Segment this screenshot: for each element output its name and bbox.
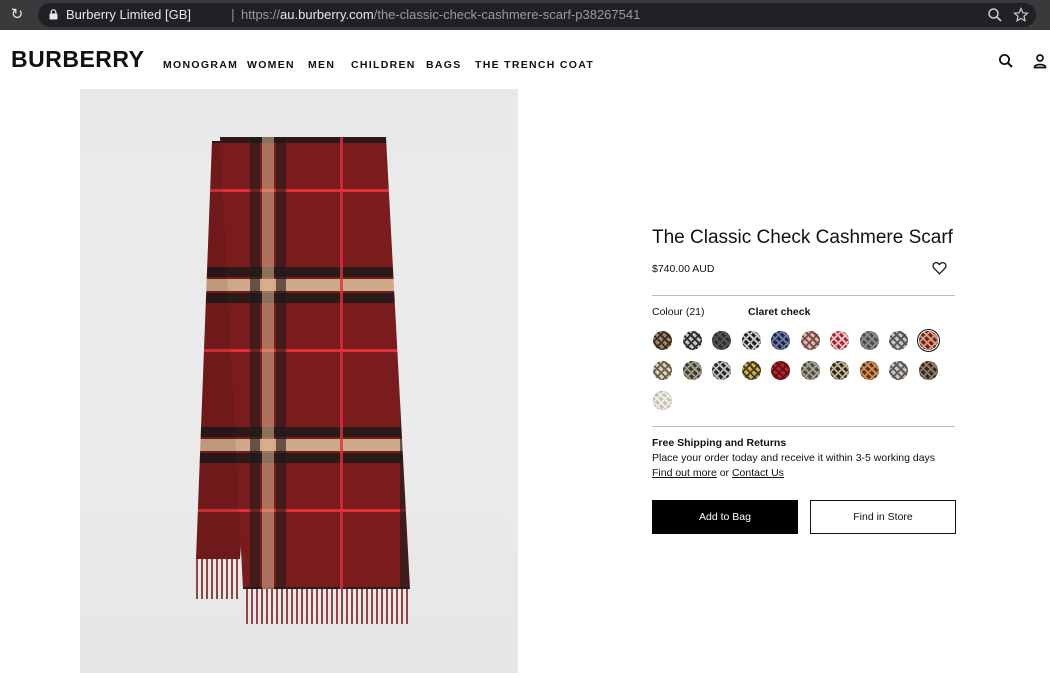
burberry-logo[interactable]: BURBERRY (11, 46, 145, 73)
search-icon[interactable] (998, 53, 1014, 69)
nav-men[interactable]: MEN (308, 59, 335, 71)
product-price: $740.00 AUD (652, 263, 715, 275)
selected-colour-name: Claret check (748, 306, 811, 318)
colour-count-label: Colour (21) (652, 306, 705, 318)
colour-swatch[interactable] (889, 331, 908, 350)
shipping-text: Place your order today and receive it wi… (652, 452, 936, 464)
or-text: or (719, 467, 730, 479)
product-title: The Classic Check Cashmere Scarf (652, 227, 953, 248)
nav-the-trench-coat[interactable]: THE TRENCH COAT (475, 59, 594, 71)
url-host: au.burberry.com (280, 7, 374, 22)
bookmark-star-icon[interactable] (1013, 7, 1029, 23)
nav-monogram[interactable]: MONOGRAM (163, 59, 238, 71)
zoom-icon[interactable] (987, 7, 1003, 23)
find-out-more-link[interactable]: Find out more (652, 467, 717, 479)
colour-swatch[interactable] (682, 331, 702, 350)
colour-swatch[interactable] (712, 361, 731, 380)
url-path: /the-classic-check-cashmere-scarf-p38267… (373, 7, 641, 22)
nav-children[interactable]: CHILDREN (351, 59, 416, 71)
account-icon[interactable] (1032, 53, 1048, 69)
colour-swatch[interactable] (830, 331, 849, 350)
url-text[interactable]: https://au.burberry.com/the-classic-chec… (241, 7, 640, 22)
colour-swatch[interactable] (800, 361, 820, 380)
colour-swatch[interactable] (653, 331, 672, 350)
address-separator: | (231, 6, 235, 22)
browser-toolbar: ↻ Burberry Limited [GB] | https://au.bur… (0, 0, 1050, 30)
find-in-store-button[interactable]: Find in Store (810, 500, 956, 534)
colour-swatch[interactable] (653, 391, 672, 410)
contact-us-link[interactable]: Contact Us (732, 467, 784, 479)
shipping-links: Find out more or Contact Us (652, 467, 784, 479)
colour-swatch[interactable] (800, 331, 820, 350)
site-identity: Burberry Limited [GB] (66, 7, 191, 22)
colour-swatch[interactable] (771, 331, 790, 350)
colour-swatch[interactable] (889, 361, 908, 380)
divider (652, 295, 955, 296)
product-image[interactable] (80, 89, 518, 673)
colour-swatch[interactable] (916, 329, 940, 352)
colour-swatch[interactable] (682, 361, 702, 380)
colour-swatch[interactable] (741, 331, 761, 350)
colour-swatch[interactable] (830, 361, 849, 380)
add-to-bag-button[interactable]: Add to Bag (652, 500, 798, 534)
divider (652, 426, 955, 427)
nav-women[interactable]: WOMEN (247, 59, 295, 71)
url-scheme: https:// (241, 7, 281, 22)
colour-swatch[interactable] (859, 331, 879, 350)
shipping-heading: Free Shipping and Returns (652, 437, 787, 449)
address-bar[interactable]: Burberry Limited [GB] | https://au.burbe… (38, 3, 1036, 27)
colour-swatch[interactable] (918, 361, 938, 380)
colour-swatch[interactable] (771, 361, 790, 380)
colour-swatch[interactable] (712, 331, 731, 350)
colour-swatch[interactable] (741, 361, 761, 380)
colour-swatch[interactable] (653, 361, 672, 380)
colour-swatch[interactable] (859, 361, 879, 380)
lock-icon (49, 9, 58, 20)
nav-bags[interactable]: BAGS (426, 59, 462, 71)
scarf-illustration (196, 137, 410, 624)
reload-icon[interactable]: ↻ (8, 6, 26, 24)
wishlist-heart-icon[interactable] (932, 261, 947, 275)
